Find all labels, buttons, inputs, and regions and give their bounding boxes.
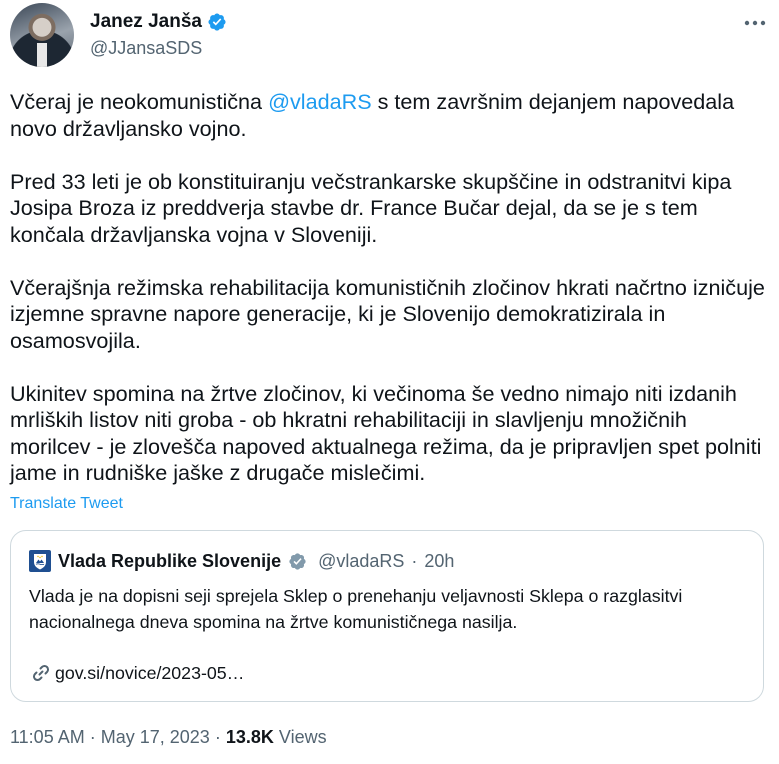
link-icon	[32, 664, 50, 682]
tweet-time[interactable]: 11:05 AM	[10, 727, 85, 747]
tweet-paragraph-3: Včerajšnja režimska rehabilitacija komun…	[10, 274, 765, 353]
views-count[interactable]: 13.8K	[226, 727, 274, 747]
views-label: Views	[278, 727, 327, 747]
author-handle[interactable]: @JJansaSDS	[90, 38, 202, 59]
quoted-author-name[interactable]: Vlada Republike Slovenije	[58, 551, 281, 572]
quoted-tweet-link[interactable]: gov.si/novice/2023-05…	[29, 661, 244, 685]
tweet-text-segment: Včeraj je neokomunistična	[10, 89, 269, 114]
quoted-tweet-text: Vlada je na dopisni seji sprejela Sklep …	[29, 586, 683, 632]
author-name[interactable]: Janez Janša	[90, 11, 202, 33]
tweet-date[interactable]: May 17, 2023	[101, 727, 210, 747]
verified-badge-icon	[208, 13, 226, 31]
avatar[interactable]	[10, 3, 74, 67]
tweet-meta: 11:05 AM · May 17, 2023 · 13.8K Views	[10, 727, 327, 748]
government-logo-icon	[29, 550, 51, 572]
quoted-tweet-header: Vlada Republike Slovenije @vladaRS · 20h	[29, 550, 454, 572]
quoted-tweet-card[interactable]: Vlada Republike Slovenije @vladaRS · 20h…	[10, 530, 764, 702]
separator-dot: ·	[214, 727, 221, 747]
tweet-paragraph-1: Včeraj je neokomunistična @vladaRS s tem…	[10, 89, 770, 142]
tweet-header: Janez Janša @JJansaSDS	[10, 3, 770, 67]
mention-link[interactable]: @vladaRS	[268, 89, 372, 114]
more-options-icon[interactable]	[740, 11, 770, 35]
quoted-tweet-time[interactable]: 20h	[424, 551, 454, 572]
tweet-paragraph-4: Ukinitev spomina na žrtve zločinov, ki v…	[10, 380, 762, 486]
quoted-link-text[interactable]: gov.si/novice/2023-05…	[55, 663, 244, 684]
verified-badge-gray-icon	[289, 552, 306, 570]
separator-dot: ·	[89, 727, 96, 747]
tweet-paragraph-2: Pred 33 leti je ob konstituiranju večstr…	[10, 168, 732, 247]
tweet-text: Včeraj je neokomunistična @vladaRS s tem…	[10, 89, 770, 487]
author-name-row: Janez Janša	[90, 11, 227, 33]
quoted-author-handle[interactable]: @vladaRS	[318, 551, 404, 572]
translate-tweet-link[interactable]: Translate Tweet	[10, 495, 123, 513]
separator-dot: ·	[411, 550, 418, 571]
